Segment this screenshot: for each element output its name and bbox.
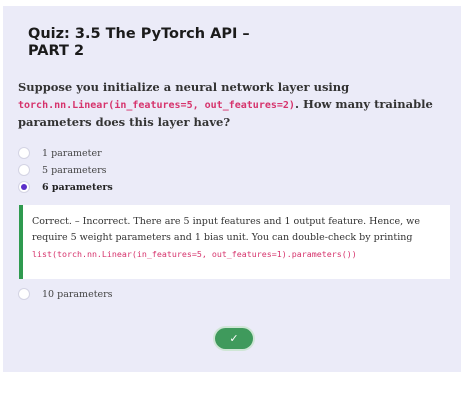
option-5-parameters[interactable]: 5 parameters — [18, 161, 107, 179]
question-code: torch.nn.Linear(in_features=5, out_featu… — [18, 100, 295, 111]
quiz-panel: Quiz: 3.5 The PyTorch API – PART 2 Suppo… — [3, 6, 461, 372]
quiz-title: Quiz: 3.5 The PyTorch API – PART 2 — [28, 26, 250, 59]
option-label: 1 parameter — [42, 147, 102, 159]
option-10-parameters[interactable]: 10 parameters — [18, 285, 113, 303]
check-answer-button[interactable]: ✓ — [215, 328, 253, 349]
checkmark-icon: ✓ — [229, 332, 239, 345]
option-label: 10 parameters — [42, 288, 113, 300]
option-label: 6 parameters — [42, 181, 113, 193]
feedback-explanation: Correct. – Incorrect. There are 5 input … — [32, 216, 420, 243]
option-label: 5 parameters — [42, 164, 107, 176]
radio-button[interactable] — [18, 164, 30, 176]
option-6-parameters[interactable]: 6 parameters — [18, 178, 113, 196]
question-text: Suppose you initialize a neural network … — [18, 79, 448, 131]
answer-feedback: Correct. – Incorrect. There are 5 input … — [19, 205, 450, 279]
option-1-parameter[interactable]: 1 parameter — [18, 144, 102, 162]
question-text-before: Suppose you initialize a neural network … — [18, 80, 350, 94]
radio-button[interactable] — [18, 147, 30, 159]
radio-button-selected[interactable] — [18, 181, 30, 193]
feedback-text: Correct. – Incorrect. There are 5 input … — [32, 214, 440, 263]
radio-button[interactable] — [18, 288, 30, 300]
feedback-code: list(torch.nn.Linear(in_features=5, out_… — [32, 249, 357, 259]
